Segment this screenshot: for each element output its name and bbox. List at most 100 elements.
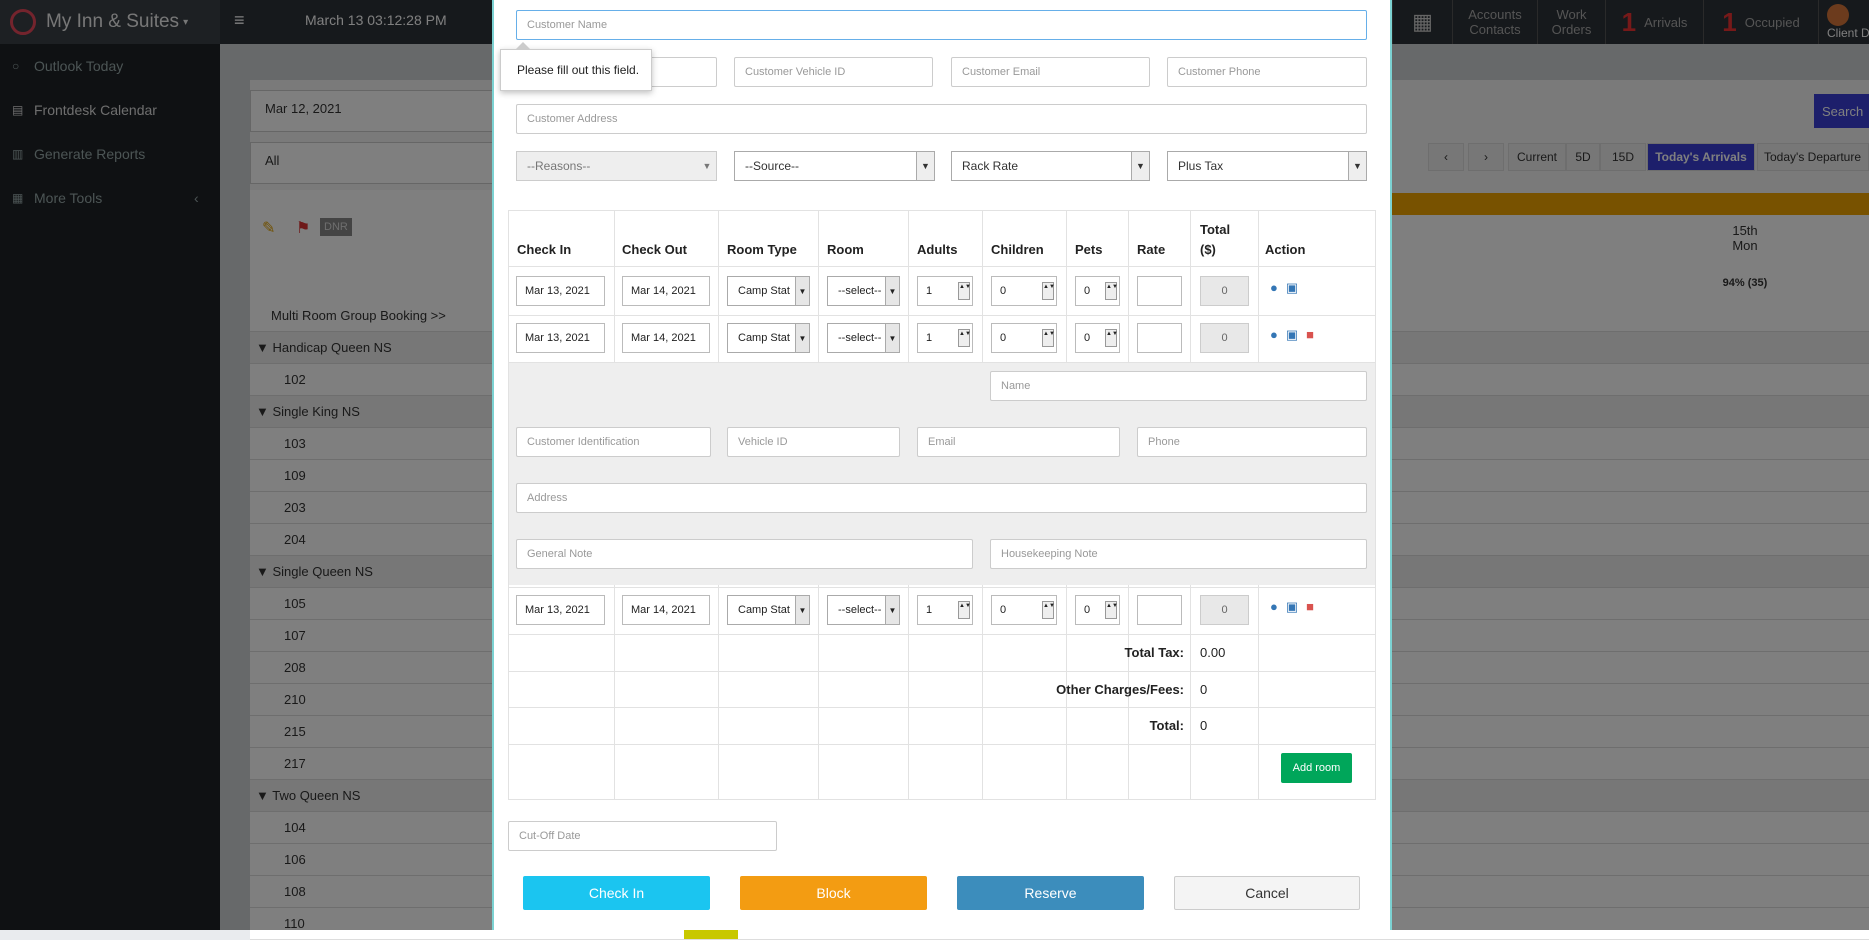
pets-input[interactable]: 0 ▲▼: [1075, 595, 1120, 625]
children-input[interactable]: 0 ▲▼: [991, 323, 1057, 353]
th-room: Room: [827, 242, 864, 257]
check-in-button[interactable]: Check In: [523, 876, 710, 910]
adults-input[interactable]: 1 ▲▼: [917, 323, 973, 353]
spinner-icon[interactable]: ▲▼: [958, 282, 971, 300]
source-value: --Source--: [745, 159, 800, 173]
source-select[interactable]: --Source-- ▼: [734, 151, 935, 181]
guest-identification-input[interactable]: Customer Identification: [516, 427, 711, 457]
children-input[interactable]: 0 ▲▼: [991, 595, 1057, 625]
spinner-icon[interactable]: ▲▼: [1042, 282, 1055, 300]
money-icon[interactable]: ▣: [1286, 327, 1298, 342]
guest-address-input[interactable]: Address: [516, 483, 1367, 513]
th-children: Children: [991, 242, 1044, 257]
room-type-select[interactable]: Camp Stat ▼: [727, 276, 810, 306]
pets-input[interactable]: 0 ▲▼: [1075, 276, 1120, 306]
other-charges-value: 0: [1200, 682, 1208, 697]
housekeeping-note-input[interactable]: Housekeeping Note: [990, 539, 1367, 569]
children-input-value: 0: [1000, 332, 1007, 344]
guest-name-input[interactable]: Name: [990, 371, 1367, 401]
check-in-date-input[interactable]: Mar 13, 2021: [516, 276, 605, 306]
other-charges-label: Other Charges/Fees:: [1056, 682, 1184, 697]
rate-input[interactable]: [1137, 595, 1182, 625]
total-tax-label: Total Tax:: [1124, 645, 1184, 660]
chevron-down-icon: ▼: [1348, 152, 1366, 180]
room-type-select[interactable]: Camp Stat ▼: [727, 323, 810, 353]
customer-address-input[interactable]: Customer Address: [516, 104, 1367, 134]
block-button[interactable]: Block: [740, 876, 927, 910]
adults-input[interactable]: 1 ▲▼: [917, 595, 973, 625]
row-actions: ● ▣ ■: [1270, 327, 1314, 343]
validation-tooltip: Please fill out this field.: [500, 42, 652, 91]
user-icon[interactable]: ●: [1270, 327, 1278, 342]
spinner-icon[interactable]: ▲▼: [1105, 282, 1118, 300]
trash-icon[interactable]: ■: [1306, 599, 1314, 614]
check-out-date-input[interactable]: Mar 14, 2021: [622, 595, 710, 625]
th-check-in: Check In: [517, 242, 572, 257]
room-select[interactable]: --select-- ▼: [827, 323, 900, 353]
pets-input[interactable]: 0 ▲▼: [1075, 323, 1120, 353]
user-icon[interactable]: ●: [1270, 599, 1278, 614]
reasons-select[interactable]: --Reasons-- ▼: [516, 151, 717, 181]
guest-vehicle-input[interactable]: Vehicle ID: [727, 427, 900, 457]
reasons-value: --Reasons--: [527, 159, 591, 173]
chevron-down-icon: ▼: [885, 277, 899, 305]
add-room-button[interactable]: Add room: [1281, 753, 1352, 783]
room-select-value: --select--: [838, 604, 882, 616]
rate-input[interactable]: [1137, 276, 1182, 306]
divider: [508, 634, 1376, 635]
cutoff-date-input[interactable]: Cut-Off Date: [508, 821, 777, 851]
check-out-date-input[interactable]: Mar 14, 2021: [622, 323, 710, 353]
room-type-select-value: Camp Stat: [738, 604, 790, 616]
guest-phone-input[interactable]: Phone: [1137, 427, 1367, 457]
check-in-date-input-value: Mar 13, 2021: [525, 604, 590, 616]
rate-type-select[interactable]: Rack Rate ▼: [951, 151, 1150, 181]
tax-select[interactable]: Plus Tax ▼: [1167, 151, 1367, 181]
children-input[interactable]: 0 ▲▼: [991, 276, 1057, 306]
pets-input-value: 0: [1084, 285, 1091, 297]
spinner-icon[interactable]: ▲▼: [1042, 329, 1055, 347]
divider: [508, 707, 1376, 708]
cancel-button[interactable]: Cancel: [1174, 876, 1360, 910]
check-out-date-input[interactable]: Mar 14, 2021: [622, 276, 710, 306]
chevron-down-icon: ▼: [885, 324, 899, 352]
adults-input-value: 1: [926, 332, 933, 344]
user-icon[interactable]: ●: [1270, 280, 1278, 295]
adults-input[interactable]: 1 ▲▼: [917, 276, 973, 306]
adults-input-value: 1: [926, 285, 933, 297]
chevron-down-icon: ▼: [795, 277, 809, 305]
spinner-icon[interactable]: ▲▼: [1105, 601, 1118, 619]
spinner-icon[interactable]: ▲▼: [958, 329, 971, 347]
check-in-date-input[interactable]: Mar 13, 2021: [516, 323, 605, 353]
reserve-button[interactable]: Reserve: [957, 876, 1144, 910]
check-out-date-input-value: Mar 14, 2021: [631, 604, 696, 616]
spinner-icon[interactable]: ▲▼: [958, 601, 971, 619]
check-in-date-input-value: Mar 13, 2021: [525, 285, 590, 297]
room-select-value: --select--: [838, 285, 882, 297]
room-select[interactable]: --select-- ▼: [827, 276, 900, 306]
tax-value: Plus Tax: [1178, 159, 1224, 173]
general-note-input[interactable]: General Note: [516, 539, 973, 569]
children-input-value: 0: [1000, 285, 1007, 297]
pets-input-value: 0: [1084, 604, 1091, 616]
chevron-down-icon: ▼: [795, 596, 809, 624]
th-total-unit: ($): [1200, 242, 1216, 257]
guest-email-input[interactable]: Email: [917, 427, 1120, 457]
chevron-down-icon: ▼: [916, 152, 934, 180]
divider: [508, 266, 1376, 267]
money-icon[interactable]: ▣: [1286, 280, 1298, 295]
check-in-date-input[interactable]: Mar 13, 2021: [516, 595, 605, 625]
customer-name-input[interactable]: Customer Name: [516, 10, 1367, 40]
spinner-icon[interactable]: ▲▼: [1105, 329, 1118, 347]
trash-icon[interactable]: ■: [1306, 327, 1314, 342]
spinner-icon[interactable]: ▲▼: [1042, 601, 1055, 619]
divider: [508, 744, 1376, 745]
customer-vehicle-input[interactable]: Customer Vehicle ID: [734, 57, 933, 87]
th-rate: Rate: [1137, 242, 1166, 257]
rate-type-value: Rack Rate: [962, 159, 1019, 173]
money-icon[interactable]: ▣: [1286, 599, 1298, 614]
customer-email-input[interactable]: Customer Email: [951, 57, 1150, 87]
rate-input[interactable]: [1137, 323, 1182, 353]
room-select[interactable]: --select-- ▼: [827, 595, 900, 625]
room-type-select[interactable]: Camp Stat ▼: [727, 595, 810, 625]
customer-phone-input[interactable]: Customer Phone: [1167, 57, 1367, 87]
